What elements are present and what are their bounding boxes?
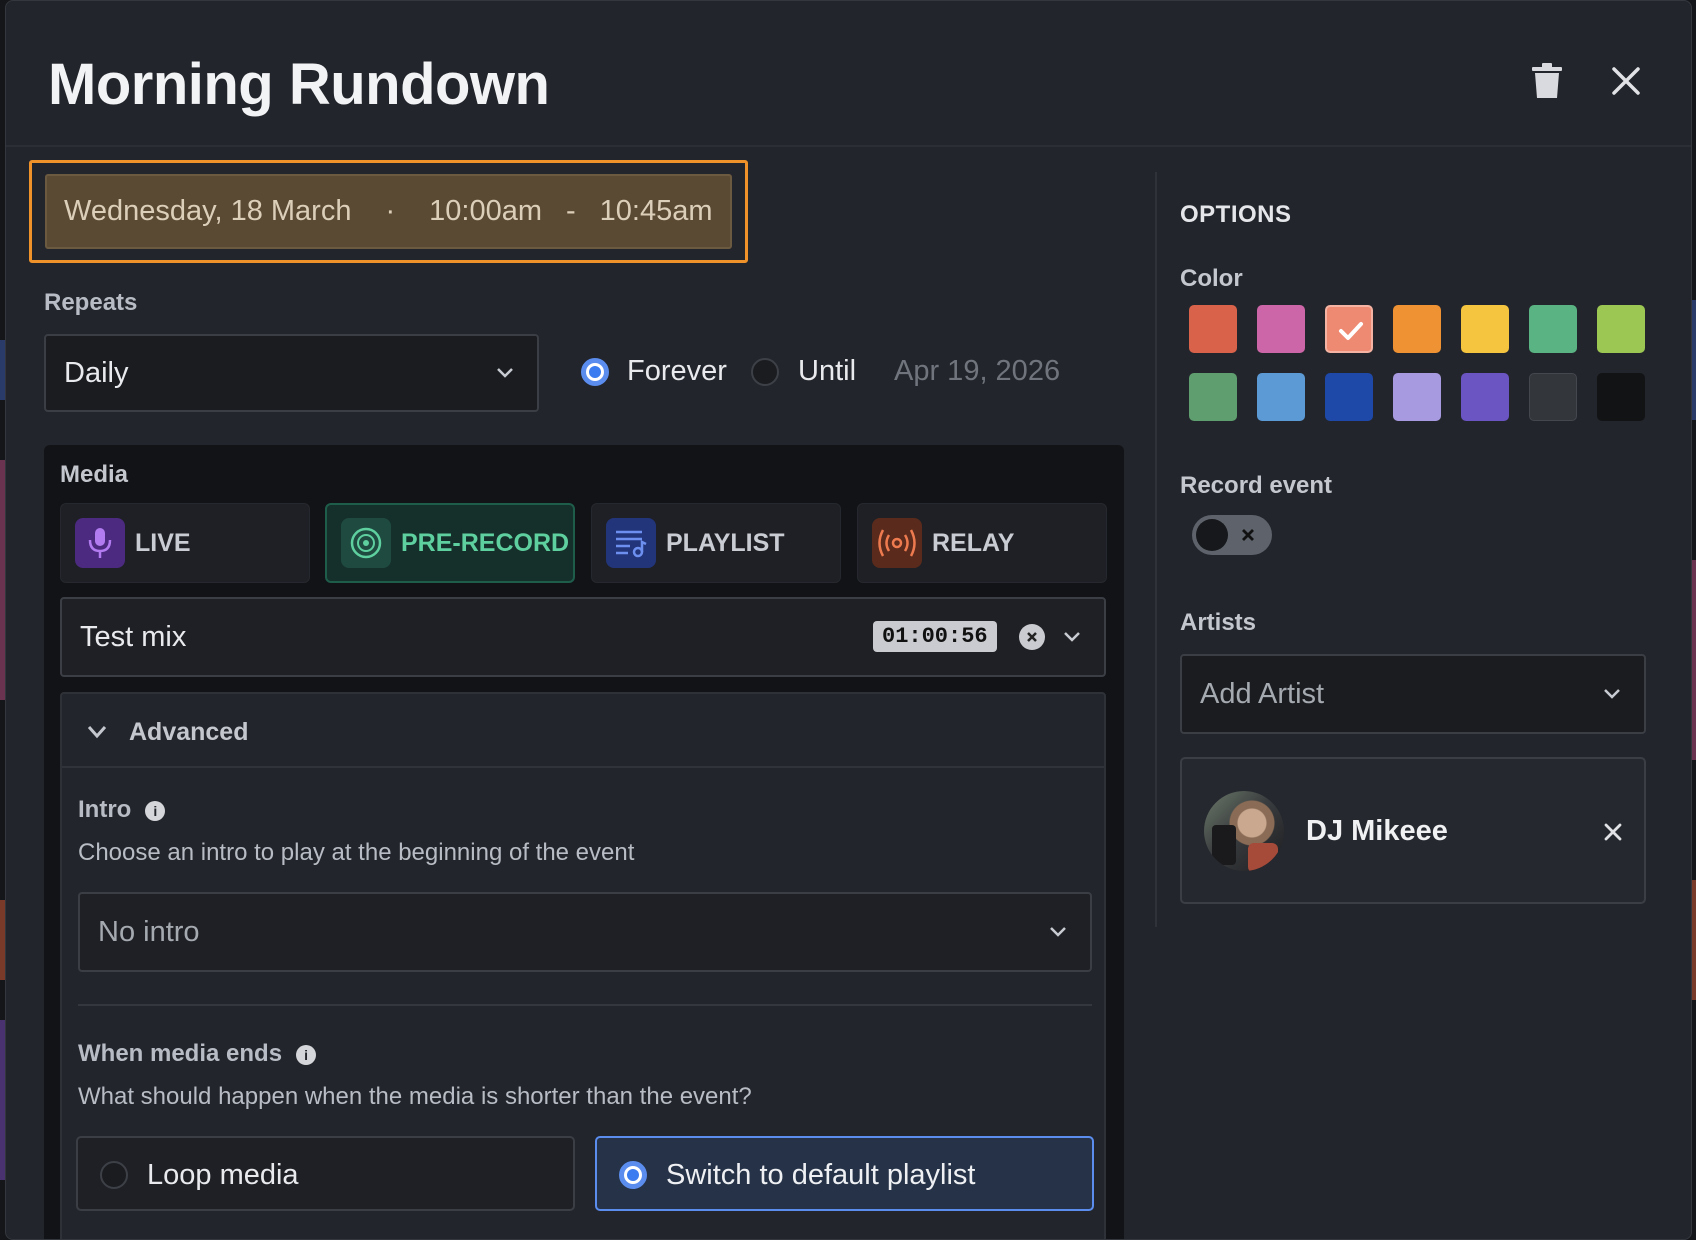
color-swatch[interactable]	[1257, 373, 1305, 421]
color-swatch[interactable]	[1393, 305, 1441, 353]
record-event-label: Record event	[1180, 472, 1333, 499]
separator-dot: ·	[385, 195, 396, 227]
media-label: Media	[60, 461, 129, 488]
repeats-select[interactable]: Daily	[44, 334, 539, 412]
media-ends-label: When media ends	[78, 1040, 283, 1067]
trash-icon[interactable]	[1527, 61, 1567, 101]
page-title: Morning Rundown	[48, 52, 550, 117]
remove-artist-icon[interactable]	[1603, 822, 1623, 842]
media-type-live[interactable]: LIVE	[60, 503, 310, 583]
intro-label: Intro	[78, 796, 132, 823]
intro-description: Choose an intro to play at the beginning…	[78, 839, 635, 866]
color-swatch[interactable]	[1597, 373, 1645, 421]
color-swatch[interactable]	[1393, 373, 1441, 421]
repeats-label: Repeats	[44, 289, 138, 316]
until-radio[interactable]	[751, 358, 779, 386]
vinyl-record-icon	[341, 518, 391, 568]
media-file-value: Test mix	[80, 620, 187, 653]
color-swatch[interactable]	[1325, 305, 1373, 353]
event-start-time: 10:00am	[429, 195, 542, 227]
color-swatch[interactable]	[1325, 373, 1373, 421]
advanced-section: Advanced Intro i Choose an intro to play …	[60, 692, 1106, 1239]
advanced-header[interactable]: Advanced	[62, 694, 1104, 768]
add-artist-placeholder: Add Artist	[1200, 677, 1325, 710]
artists-label: Artists	[1180, 609, 1257, 636]
color-label: Color	[1180, 265, 1243, 292]
repeats-value: Daily	[64, 356, 129, 389]
advanced-label: Advanced	[129, 718, 249, 746]
add-artist-select[interactable]: Add Artist	[1180, 654, 1646, 734]
chevron-down-icon	[497, 368, 513, 378]
loop-media-option[interactable]: Loop media	[76, 1136, 575, 1211]
loop-media-label: Loop media	[147, 1159, 299, 1191]
microphone-icon	[75, 518, 125, 568]
event-date: Wednesday, 18 March	[64, 195, 352, 227]
media-type-pre-record[interactable]: PRE-RECORD	[325, 503, 575, 583]
info-icon[interactable]: i	[296, 1044, 317, 1065]
event-datetime-field[interactable]: Wednesday, 18 March · 10:00am - 10:45am	[45, 174, 732, 249]
divider	[78, 1004, 1092, 1006]
media-panel: Media LIVE PRE-RECORD PLAYLIST RELAY Tes…	[44, 445, 1124, 1239]
artist-card: DJ Mikeee	[1180, 757, 1646, 904]
media-file-select[interactable]: Test mix 01:00:56	[60, 597, 1106, 677]
media-ends-label-row: When media ends i	[78, 1040, 317, 1068]
avatar	[1204, 791, 1284, 871]
broadcast-icon	[872, 518, 922, 568]
toggle-knob	[1196, 519, 1228, 551]
chevron-down-icon	[87, 726, 107, 739]
event-editor-modal: Morning Rundown Wednesday, 18 March · 10…	[5, 0, 1692, 1240]
event-end-time: 10:45am	[599, 195, 713, 227]
separator-dash: -	[566, 195, 576, 227]
forever-label[interactable]: Forever	[627, 355, 727, 388]
close-icon[interactable]	[1606, 61, 1646, 101]
switch-playlist-option[interactable]: Switch to default playlist	[595, 1136, 1094, 1211]
close-icon	[1242, 529, 1254, 541]
forever-radio[interactable]	[581, 358, 609, 386]
record-event-toggle[interactable]	[1192, 515, 1272, 555]
loop-media-radio[interactable]	[100, 1161, 128, 1189]
intro-select[interactable]: No intro	[78, 892, 1092, 972]
media-type-label: RELAY	[932, 528, 1015, 557]
switch-playlist-radio[interactable]	[619, 1161, 647, 1189]
color-swatch[interactable]	[1529, 305, 1577, 353]
info-icon[interactable]: i	[145, 800, 166, 821]
intro-value: No intro	[98, 915, 200, 948]
until-label[interactable]: Until	[798, 355, 856, 388]
switch-playlist-label: Switch to default playlist	[666, 1159, 976, 1191]
color-swatch[interactable]	[1189, 373, 1237, 421]
clear-icon[interactable]	[1019, 624, 1045, 650]
background-strip	[1692, 560, 1696, 760]
chevron-down-icon[interactable]	[1062, 630, 1082, 644]
background-strip	[1692, 300, 1696, 420]
check-icon	[1339, 322, 1363, 340]
event-datetime-highlight[interactable]: Wednesday, 18 March · 10:00am - 10:45am	[29, 160, 748, 263]
until-date-input[interactable]: Apr 19, 2026	[894, 355, 1060, 388]
media-ends-description: What should happen when the media is sho…	[78, 1083, 752, 1110]
color-swatch[interactable]	[1461, 305, 1509, 353]
color-swatch[interactable]	[1257, 305, 1305, 353]
duration-badge: 01:00:56	[873, 621, 997, 652]
color-swatch[interactable]	[1529, 373, 1577, 421]
color-swatch[interactable]	[1189, 305, 1237, 353]
chevron-down-icon	[1050, 927, 1066, 937]
color-swatch[interactable]	[1597, 305, 1645, 353]
media-type-relay[interactable]: RELAY	[857, 503, 1107, 583]
options-heading: OPTIONS	[1180, 201, 1292, 228]
color-swatch[interactable]	[1461, 373, 1509, 421]
playlist-icon	[606, 518, 656, 568]
artist-name: DJ Mikeee	[1306, 815, 1448, 847]
media-type-label: PRE-RECORD	[401, 528, 570, 557]
media-type-playlist[interactable]: PLAYLIST	[591, 503, 841, 583]
media-type-label: LIVE	[135, 528, 191, 557]
background-strip	[1692, 880, 1696, 1000]
modal-header: Morning Rundown	[6, 1, 1691, 147]
intro-label-row: Intro i	[78, 796, 166, 824]
chevron-down-icon	[1604, 689, 1620, 699]
media-type-label: PLAYLIST	[666, 528, 785, 557]
column-divider	[1155, 172, 1157, 927]
